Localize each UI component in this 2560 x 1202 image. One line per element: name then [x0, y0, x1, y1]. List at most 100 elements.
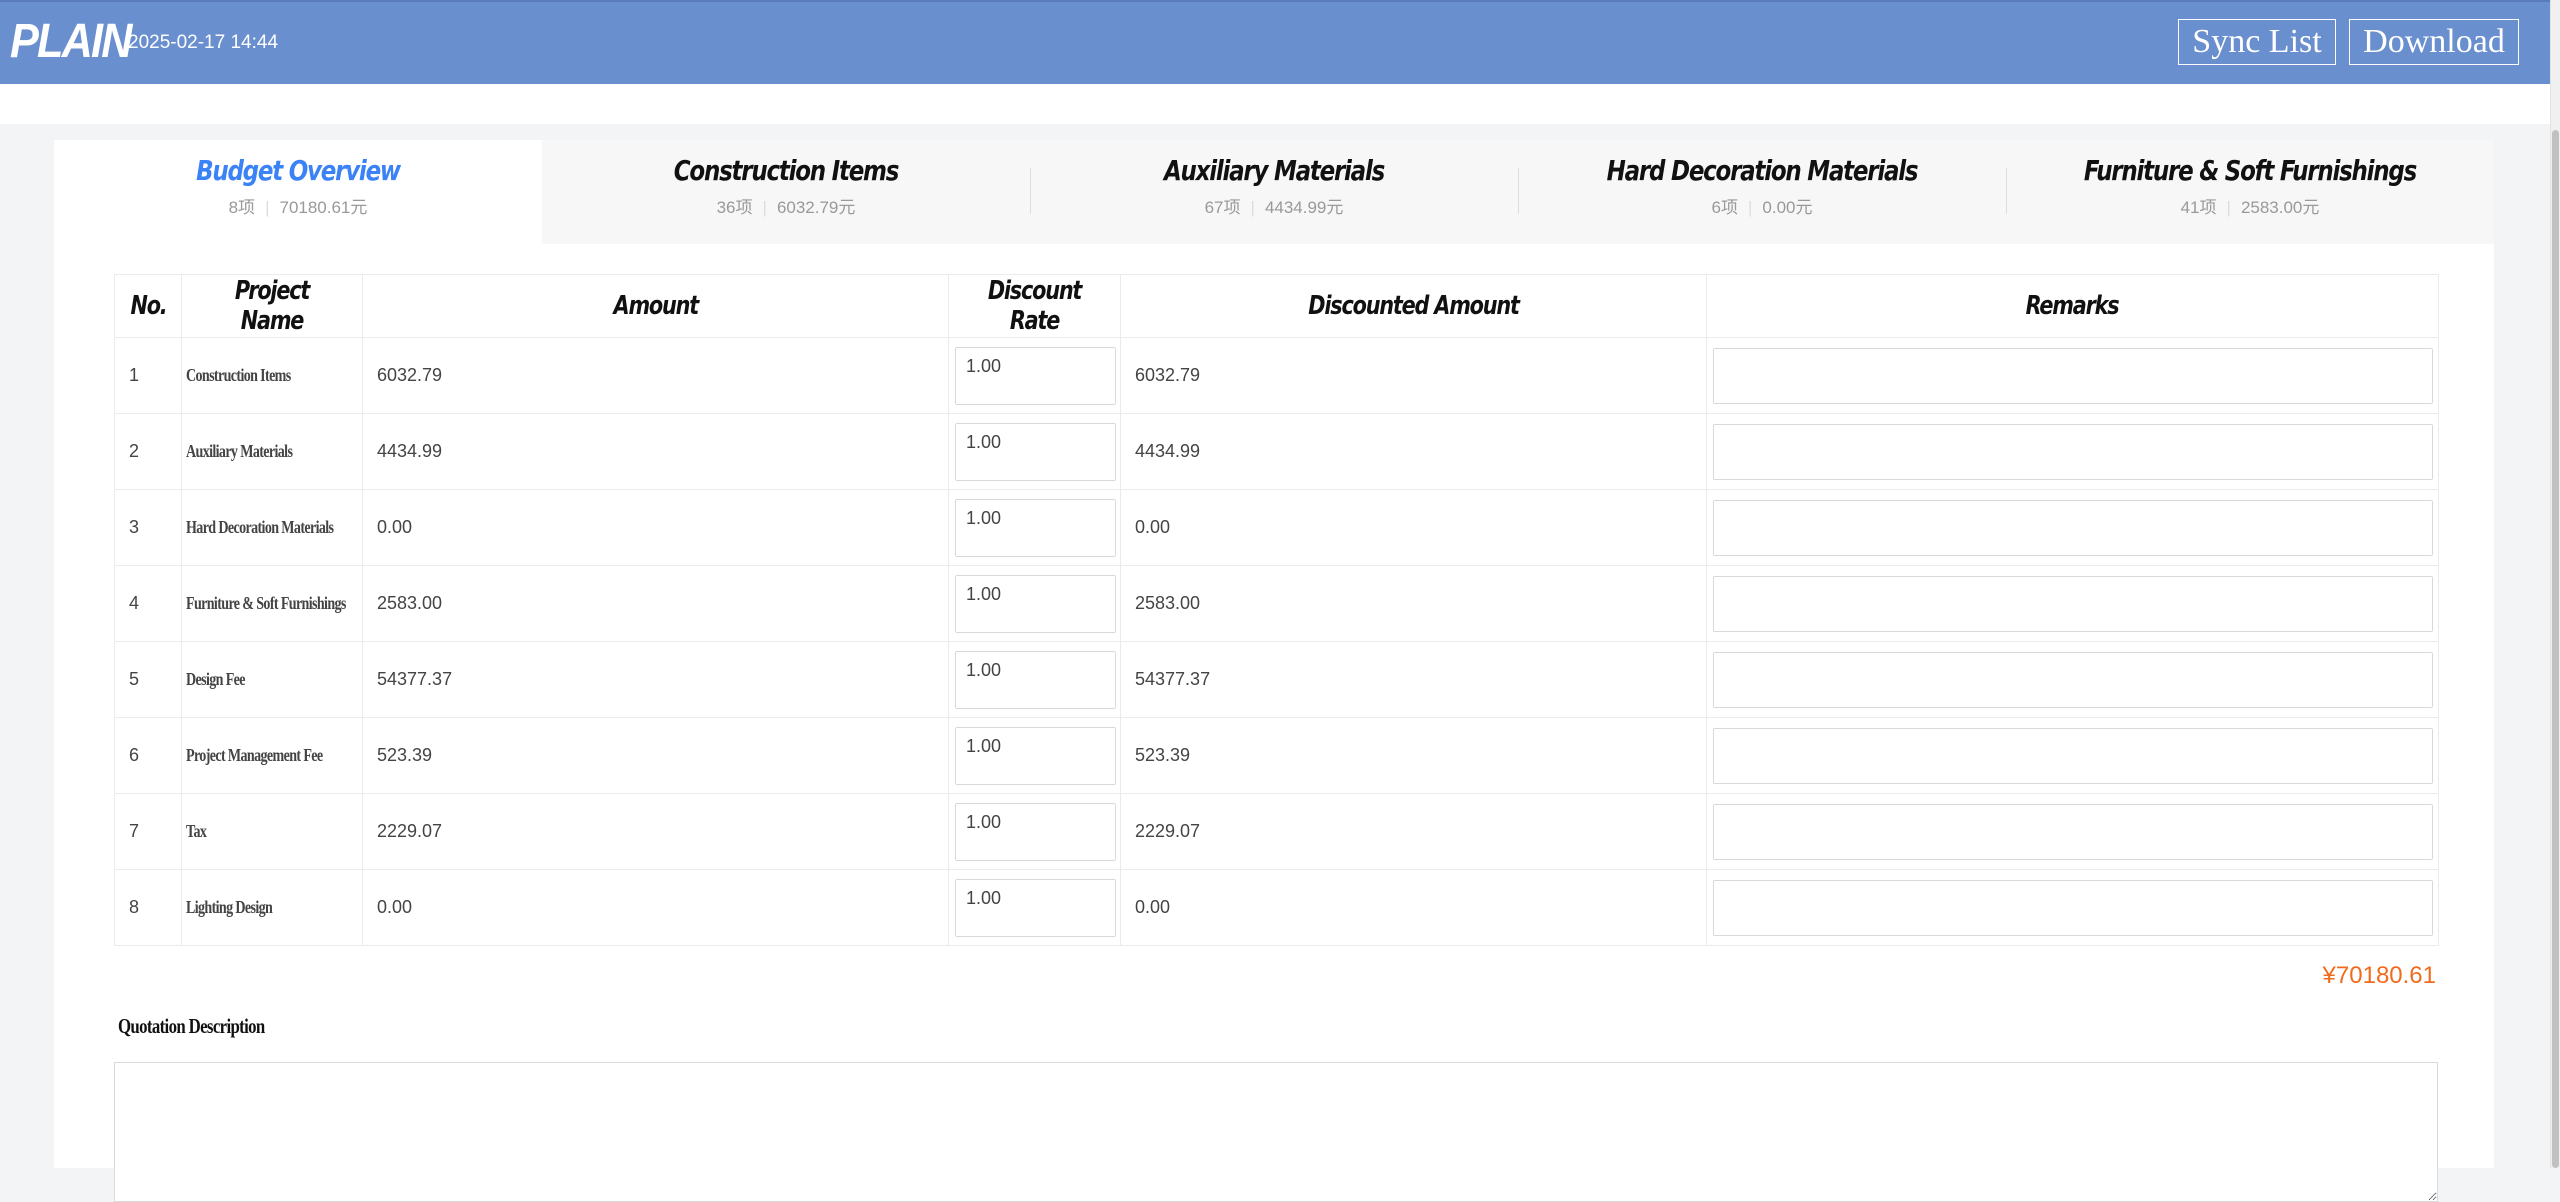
download-button[interactable]: Download: [2349, 19, 2519, 65]
tab-title: Furniture & Soft Furnishings: [2083, 154, 2417, 187]
discount-rate-input[interactable]: [955, 802, 1116, 861]
remarks-input[interactable]: [1713, 347, 2433, 404]
tab-amount: 70180.61元: [279, 198, 368, 217]
project-name: Design Fee: [181, 641, 363, 718]
budget-card: Budget Overview 8项 | 70180.61元 Constructio…: [54, 140, 2494, 1202]
tab-divider: [1030, 168, 1031, 214]
tab-budget-overview[interactable]: Budget Overview 8项 | 70180.61元: [54, 140, 542, 244]
discount-rate-input[interactable]: [955, 650, 1116, 709]
discounted-amount-cell: 4434.99: [1120, 413, 1707, 490]
timestamp: 2025-02-17 14:44: [128, 32, 279, 53]
discount-rate-input[interactable]: [955, 498, 1116, 557]
project-name: Furniture & Soft Furnishings: [181, 565, 363, 642]
remarks-cell: [1706, 337, 2439, 414]
sync-list-button[interactable]: Sync List: [2178, 19, 2336, 65]
project-name: Tax: [181, 793, 363, 870]
table-row: 7 Tax 2229.07 2229.07: [114, 793, 2439, 870]
remarks-input[interactable]: [1713, 499, 2433, 556]
tab-summary: 6项 | 0.00元: [1711, 198, 1813, 217]
row-number: 7: [114, 793, 182, 870]
remarks-input[interactable]: [1713, 651, 2433, 708]
tab-count: 67项: [1204, 198, 1241, 217]
budget-table: No. Project Name Amount Discount Rate Di…: [114, 274, 2439, 946]
tab-summary: 67项 | 4434.99元: [1204, 198, 1344, 217]
table-row: 1 Construction Items 6032.79 6032.79: [114, 337, 2439, 414]
remarks-input[interactable]: [1713, 803, 2433, 860]
tab-summary: 8项 | 70180.61元: [228, 198, 368, 217]
project-name: Hard Decoration Materials: [181, 489, 363, 566]
discount-rate-cell: [948, 717, 1121, 794]
project-name: Auxiliary Materials: [181, 413, 363, 490]
remarks-cell: [1706, 793, 2439, 870]
tab-summary: 41项 | 2583.00元: [2180, 198, 2320, 217]
tab-title: Auxiliary Materials: [1163, 154, 1385, 187]
row-number: 1: [114, 337, 182, 414]
discounted-amount-cell: 523.39: [1120, 717, 1707, 794]
discount-rate-input[interactable]: [955, 346, 1116, 405]
table-header-row: No. Project Name Amount Discount Rate Di…: [114, 274, 2439, 338]
quotation-description-input[interactable]: [114, 1062, 2438, 1202]
tab-amount: 4434.99元: [1264, 198, 1344, 217]
remarks-cell: [1706, 413, 2439, 490]
scrollbar-thumb[interactable]: [2552, 130, 2559, 1168]
tab-divider: [2006, 168, 2007, 214]
amount-cell: 6032.79: [362, 337, 949, 414]
remarks-input[interactable]: [1713, 423, 2433, 480]
page-scrollbar[interactable]: [2550, 0, 2560, 1168]
discount-rate-input[interactable]: [955, 422, 1116, 481]
discounted-amount-cell: 2583.00: [1120, 565, 1707, 642]
col-header-amount: Amount: [362, 274, 949, 338]
row-number: 4: [114, 565, 182, 642]
tab-furniture-soft-furnishings[interactable]: Furniture & Soft Furnishings 41项 | 2583.00…: [2006, 140, 2494, 244]
amount-cell: 4434.99: [362, 413, 949, 490]
amount-cell: 2229.07: [362, 793, 949, 870]
tab-auxiliary-materials[interactable]: Auxiliary Materials 67项 | 4434.99元: [1030, 140, 1518, 244]
col-header-remarks: Remarks: [1706, 274, 2439, 338]
remarks-cell: [1706, 869, 2439, 946]
col-header-project-name: Project Name: [181, 274, 363, 338]
table-row: 8 Lighting Design 0.00 0.00: [114, 869, 2439, 946]
remarks-cell: [1706, 489, 2439, 566]
discount-rate-cell: [948, 565, 1121, 642]
amount-cell: 2583.00: [362, 565, 949, 642]
tab-title: Budget Overview: [196, 154, 401, 187]
project-name: Project Management Fee: [181, 717, 363, 794]
tab-count: 41项: [2180, 198, 2217, 217]
col-header-discount-rate: Discount Rate: [948, 274, 1121, 338]
discount-rate-input[interactable]: [955, 726, 1116, 785]
table-row: 2 Auxiliary Materials 4434.99 4434.99: [114, 413, 2439, 490]
discounted-amount-cell: 54377.37: [1120, 641, 1707, 718]
discounted-amount-cell: 2229.07: [1120, 793, 1707, 870]
remarks-input[interactable]: [1713, 879, 2433, 936]
discount-rate-input[interactable]: [955, 878, 1116, 937]
discount-rate-cell: [948, 793, 1121, 870]
remarks-cell: [1706, 717, 2439, 794]
grand-total: ¥70180.61: [2322, 962, 2436, 989]
discount-rate-cell: [948, 489, 1121, 566]
project-name: Construction Items: [181, 337, 363, 414]
project-name: Lighting Design: [181, 869, 363, 946]
amount-cell: 0.00: [362, 869, 949, 946]
amount-cell: 54377.37: [362, 641, 949, 718]
table-row: 3 Hard Decoration Materials 0.00 0.00: [114, 489, 2439, 566]
tab-amount: 2583.00元: [2240, 198, 2320, 217]
discounted-amount-cell: 0.00: [1120, 489, 1707, 566]
table-row: 5 Design Fee 54377.37 54377.37: [114, 641, 2439, 718]
row-number: 8: [114, 869, 182, 946]
toolbar-spacer: [0, 84, 2550, 124]
tab-count: 36项: [716, 198, 753, 217]
col-header-no: No.: [114, 274, 182, 338]
tab-count: 6项: [1711, 198, 1738, 217]
remarks-cell: [1706, 641, 2439, 718]
col-header-discounted-amount: Discounted Amount: [1120, 274, 1707, 338]
remarks-input[interactable]: [1713, 727, 2433, 784]
tab-hard-decoration-materials[interactable]: Hard Decoration Materials 6项 | 0.00元: [1518, 140, 2006, 244]
remarks-cell: [1706, 565, 2439, 642]
tab-construction-items[interactable]: Construction Items 36项 | 6032.79元: [542, 140, 1030, 244]
tab-title: Construction Items: [673, 154, 900, 187]
table-row: 6 Project Management Fee 523.39 523.39: [114, 717, 2439, 794]
discount-rate-input[interactable]: [955, 574, 1116, 633]
remarks-input[interactable]: [1713, 575, 2433, 632]
tab-count: 8项: [228, 198, 256, 217]
quotation-description-label: Quotation Description: [118, 1014, 265, 1038]
